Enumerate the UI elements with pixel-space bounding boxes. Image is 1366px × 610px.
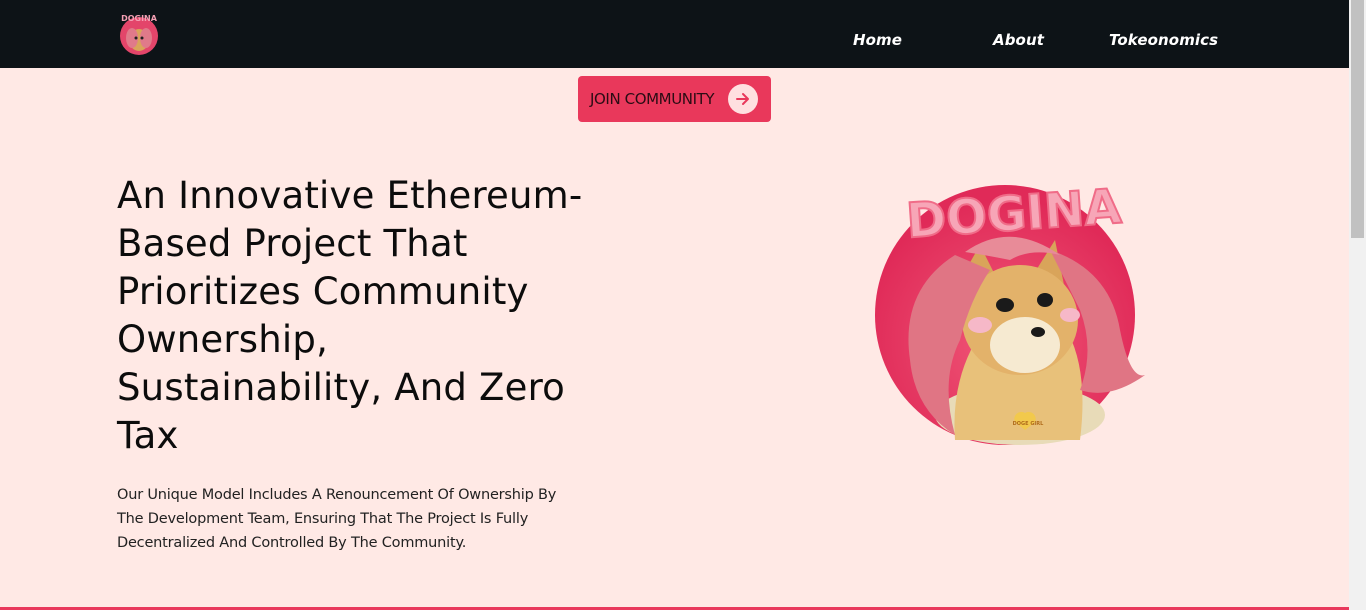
svg-text:DOGINA: DOGINA [121,14,158,23]
nav-home-link[interactable]: Home [853,31,902,49]
doge-girl-tag-text: DOGE GIRL [1013,421,1044,427]
nav-about-link[interactable]: About [993,31,1044,49]
join-community-button[interactable]: JOIN COMMUNITY [578,76,771,122]
dogina-logo[interactable]: DOGINA [119,12,159,56]
dogina-mascot-image: DOGINA DOGE GIRL [875,178,1145,445]
arrow-right-icon [728,84,758,114]
top-navbar: DOGINA Home About Tokeonomics [0,0,1349,68]
join-community-label: JOIN COMMUNITY [590,90,715,108]
page-scrollbar[interactable] [1349,0,1366,610]
hero-description: Our Unique Model Includes A Renouncement… [117,487,557,551]
hero-title: An Innovative Ethereum-Based Project Tha… [117,174,583,457]
scrollbar-thumb[interactable] [1351,0,1364,238]
nav-tokeonomics-link[interactable]: Tokeonomics [1109,31,1218,49]
